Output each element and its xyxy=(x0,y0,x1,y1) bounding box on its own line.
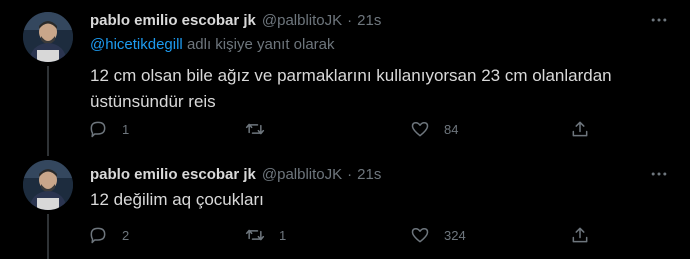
reply-count: 1 xyxy=(122,121,130,137)
tweet-text-line: 12 değilim aq çocukları xyxy=(90,190,264,209)
retweet-button[interactable] xyxy=(245,118,279,140)
retweet-arrows-icon xyxy=(245,123,265,135)
timestamp[interactable]: 21s xyxy=(357,166,381,183)
action-bar: 2 1 324 xyxy=(88,224,593,246)
share-upload-icon xyxy=(572,227,588,243)
share-upload-icon xyxy=(572,121,588,137)
share-button[interactable] xyxy=(570,224,590,246)
user-handle[interactable]: @palblitoJK xyxy=(262,166,342,183)
reply-button[interactable]: 2 xyxy=(88,224,129,246)
retweet-button[interactable]: 1 xyxy=(245,224,286,246)
heart-icon xyxy=(411,122,429,137)
reply-count: 2 xyxy=(122,227,130,243)
like-button[interactable]: 324 xyxy=(410,224,466,246)
reply-context-label: adlı kişiye yanıt olarak xyxy=(182,36,335,53)
heart-icon xyxy=(411,228,429,243)
thread-line xyxy=(47,66,49,156)
speech-bubble-icon xyxy=(90,121,106,138)
tweet-text: 12 cm olsan bile ağız ve parmaklarını ku… xyxy=(90,63,650,115)
like-count: 324 xyxy=(444,227,466,243)
timestamp[interactable]: 21s xyxy=(357,12,381,29)
tweet-text: 12 değilim aq çocukları xyxy=(90,187,650,213)
tweet-header: pablo emilio escobar jk @palblitoJK · 21… xyxy=(90,163,381,185)
tweet-text-line: 12 cm olsan bile ağız ve parmaklarını ku… xyxy=(90,66,612,85)
avatar[interactable] xyxy=(23,160,73,210)
display-name[interactable]: pablo emilio escobar jk xyxy=(90,12,256,29)
thread-line xyxy=(47,214,49,259)
retweet-count: 1 xyxy=(279,227,287,243)
tweet-header: pablo emilio escobar jk @palblitoJK · 21… xyxy=(90,9,381,31)
action-bar: 1 84 xyxy=(88,118,593,140)
user-handle[interactable]: @palblitoJK xyxy=(262,12,342,29)
more-horizontal-icon[interactable] xyxy=(648,10,670,30)
like-button[interactable]: 84 xyxy=(410,118,458,140)
separator-dot: · xyxy=(347,165,353,183)
reply-button[interactable]: 1 xyxy=(88,118,129,140)
reply-mention-link[interactable]: @hicetikdegill xyxy=(90,36,183,53)
tweet[interactable]: pablo emilio escobar jk @palblitoJK · 21… xyxy=(0,0,690,156)
like-count: 84 xyxy=(444,121,459,137)
tweet[interactable]: pablo emilio escobar jk @palblitoJK · 21… xyxy=(0,152,690,259)
tweet-text-line: üstünsündür reis xyxy=(90,92,216,111)
separator-dot: · xyxy=(347,11,353,29)
speech-bubble-icon xyxy=(90,227,106,244)
avatar[interactable] xyxy=(23,12,73,62)
retweet-arrows-icon xyxy=(245,229,265,241)
reply-context: @hicetikdegill adlı kişiye yanıt olarak xyxy=(90,36,335,53)
display-name[interactable]: pablo emilio escobar jk xyxy=(90,166,256,183)
more-horizontal-icon[interactable] xyxy=(648,164,670,184)
share-button[interactable] xyxy=(570,118,590,140)
